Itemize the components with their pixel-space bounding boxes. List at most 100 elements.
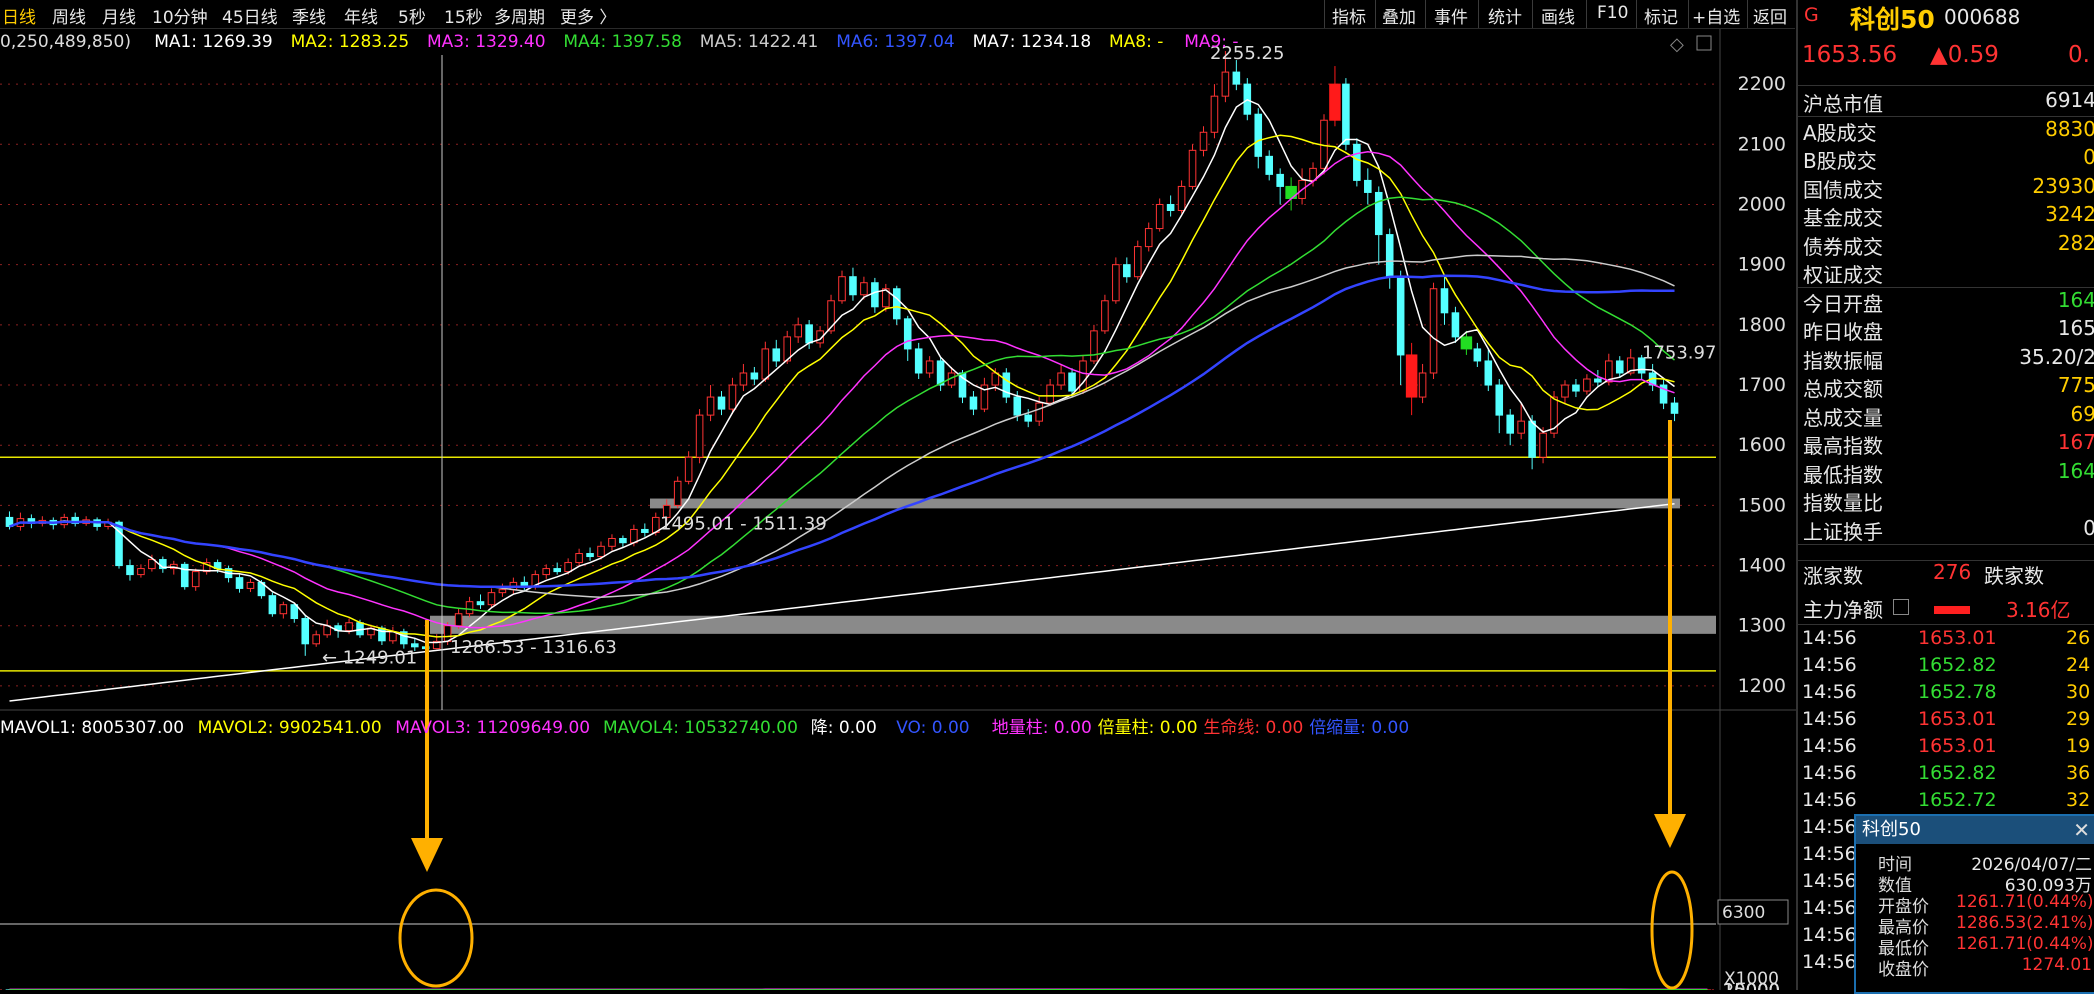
period-45day[interactable]: 45日线 xyxy=(222,3,278,28)
period-day[interactable]: 日线 xyxy=(2,3,36,28)
tool-mark[interactable]: 标记 xyxy=(1644,3,1678,28)
candle-body xyxy=(1406,355,1417,397)
candle-body xyxy=(696,415,703,457)
stat-value: 165 xyxy=(2058,316,2094,340)
kline-chart[interactable]: 2200210020001900180017001600150014001300… xyxy=(0,0,1796,990)
candle-body xyxy=(1058,373,1065,385)
tick-volume: 24 xyxy=(2066,654,2090,676)
diamond-icon: ◇ xyxy=(1670,34,1684,55)
index-name: 科创50 xyxy=(1850,0,1935,36)
candle-body xyxy=(1386,235,1393,277)
stat-value: 0 xyxy=(2083,145,2094,169)
candle-body xyxy=(302,619,309,644)
stat-value: 282 xyxy=(2058,231,2094,255)
popup-header[interactable]: 科创50 ✕ xyxy=(1856,816,2094,844)
candle-body xyxy=(795,325,802,337)
tool-indicator[interactable]: 指标 xyxy=(1332,3,1366,28)
tick-volume: 30 xyxy=(2066,681,2090,703)
tick-price: 1652.78 xyxy=(1918,681,1997,703)
candle-body xyxy=(466,602,473,614)
period-season[interactable]: 季线 xyxy=(292,3,326,28)
period-multi[interactable]: 多周期 xyxy=(494,3,545,28)
candle-body xyxy=(1156,204,1163,228)
candle-body xyxy=(291,605,298,619)
tick-price: 1653.01 xyxy=(1918,708,1997,730)
period-year[interactable]: 年线 xyxy=(344,3,378,28)
stat-label: 权证成交 xyxy=(1803,259,1883,288)
candle-body xyxy=(181,564,188,586)
stat-value: 775 xyxy=(2058,373,2094,397)
period-10min[interactable]: 10分钟 xyxy=(152,3,208,28)
vol-legend-item: 生命线: 0.00 xyxy=(1203,718,1303,738)
vol-legend-item: MAVOL2: 9902541.00 xyxy=(198,718,382,738)
period-month[interactable]: 月线 xyxy=(102,3,136,28)
tool-event[interactable]: 事件 xyxy=(1434,3,1468,28)
doc-icon[interactable] xyxy=(1893,599,1909,615)
vol-legend-item: MAVOL4: 10532740.00 xyxy=(603,718,798,738)
price-tick-label: 2000 xyxy=(1738,193,1786,215)
candle-body xyxy=(1485,361,1492,385)
candle-body xyxy=(138,569,145,575)
candle-body xyxy=(1461,337,1472,349)
tick-price: 1652.72 xyxy=(1918,789,1997,811)
candle-body xyxy=(1025,415,1032,421)
period-5sec[interactable]: 5秒 xyxy=(398,3,426,28)
support-zone-upper xyxy=(650,499,1680,509)
tool-back[interactable]: 返回 xyxy=(1753,3,1787,28)
up-count-label: 涨家数 xyxy=(1803,560,1863,589)
period-15sec[interactable]: 15秒 xyxy=(444,3,483,28)
candle-body xyxy=(609,538,616,546)
price-panel[interactable]: 2200210020001900180017001600150014001300… xyxy=(0,0,1796,990)
candle-body xyxy=(488,593,495,605)
candle-body xyxy=(1562,385,1569,397)
candle-body xyxy=(1047,385,1054,403)
tick-volume: 32 xyxy=(2066,789,2090,811)
stat-label: 昨日收盘 xyxy=(1803,316,1883,345)
ma-legend-item: MA6: 1397.04 xyxy=(836,32,955,52)
candle-body xyxy=(762,349,769,379)
tick-time: 14:56 xyxy=(1802,924,1857,946)
candle-body xyxy=(1266,156,1273,174)
index-change: ▲0.59 xyxy=(1930,42,1999,68)
index-change-pct: 0. xyxy=(2068,42,2090,68)
candle-body xyxy=(1441,289,1448,313)
stat-value: 164 xyxy=(2058,288,2094,312)
candle-body xyxy=(1452,313,1459,337)
candle-body xyxy=(236,578,243,589)
candle-body xyxy=(915,349,922,373)
period-more[interactable]: 更多 〉 xyxy=(560,3,616,28)
candle-body xyxy=(1124,265,1131,277)
tool-f10[interactable]: F10 xyxy=(1597,3,1628,23)
candle-body xyxy=(1419,373,1426,397)
chart-background xyxy=(0,0,1796,990)
candle-body xyxy=(937,361,944,385)
ma-legend-item: MA1: 1269.39 xyxy=(154,32,273,52)
tick-time: 14:56 xyxy=(1802,816,1857,838)
vol-legend-item: 倍量柱: 0.00 xyxy=(1098,718,1198,738)
data-window-popup[interactable]: 科创50 ✕ 时间2026/04/07/二数值630.093万开盘价1261.7… xyxy=(1854,814,2094,994)
index-code: 000688 xyxy=(1944,5,2020,29)
tick-time: 14:56 xyxy=(1802,762,1857,784)
tool-draw[interactable]: 画线 xyxy=(1541,3,1575,28)
period-week[interactable]: 周线 xyxy=(52,3,86,28)
candle-body xyxy=(192,572,199,587)
candle-body xyxy=(1233,72,1240,84)
candle-body xyxy=(1211,96,1218,132)
net-flow-bar xyxy=(1934,606,1970,614)
price-tick-label: 1500 xyxy=(1738,494,1786,516)
popup-row-value: 1286.53(2.41%) xyxy=(1956,913,2092,933)
vol-legend-item: 降: 0.00 xyxy=(811,718,877,738)
tool-stats[interactable]: 统计 xyxy=(1488,3,1522,28)
candle-body xyxy=(313,635,320,644)
tool-add-watch[interactable]: +自选 xyxy=(1692,3,1740,28)
candle-body xyxy=(893,289,900,319)
price-tick-label: 1400 xyxy=(1738,555,1786,577)
candle-body xyxy=(1365,180,1372,192)
candle-body xyxy=(565,563,572,572)
support-zone-lower xyxy=(430,616,1716,634)
stat-value: 3242 xyxy=(2045,202,2094,226)
tool-overlay[interactable]: 叠加 xyxy=(1382,3,1416,28)
close-icon[interactable]: ✕ xyxy=(2073,816,2090,844)
stat-label: 总成交额 xyxy=(1803,373,1883,402)
volume-unit-label: X1000 xyxy=(1724,969,1779,989)
